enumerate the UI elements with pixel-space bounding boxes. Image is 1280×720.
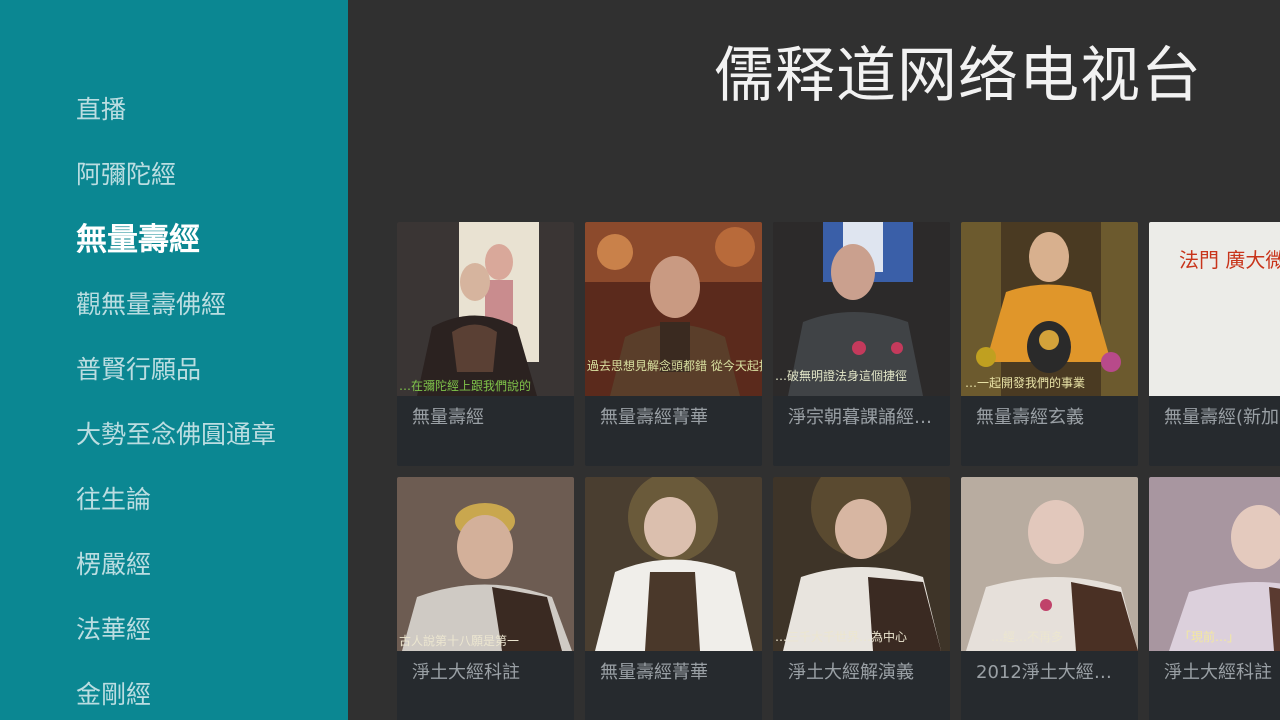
sidebar-item-lotus-sutra[interactable]: 法華經 xyxy=(76,610,151,650)
sidebar-item-samantabhadra-vows[interactable]: 普賢行願品 xyxy=(76,350,201,390)
main-content: 儒释道网络电视台 …在彌陀經上跟我們說的 無量壽經 過去思想見解念頭都錯 從今天… xyxy=(348,0,1280,720)
video-subtitle: 古人說第十八願是第一 xyxy=(399,633,519,648)
video-card[interactable]: …經…不再多 2012淨土大經科… xyxy=(961,477,1138,720)
video-title: 淨宗朝暮課誦經… xyxy=(788,407,932,428)
sidebar-item-amitabha-sutra[interactable]: 阿彌陀經 xyxy=(76,155,176,195)
video-title: 無量壽經玄義 xyxy=(976,407,1084,428)
video-thumbnail: 古人說第十八願是第一 xyxy=(397,477,574,651)
sidebar-item-diamond-sutra[interactable]: 金剛經 xyxy=(76,675,151,715)
video-subtitle: …破無明證法身這個捷徑 xyxy=(775,368,907,383)
video-thumbnail: …經…不再多 xyxy=(961,477,1138,651)
video-card[interactable]: …在彌陀經上跟我們說的 無量壽經 xyxy=(397,222,574,466)
video-card[interactable]: …一起開發我們的事業 無量壽經玄義 xyxy=(961,222,1138,466)
video-card[interactable]: 古人說第十八願是第一 淨土大經科註 xyxy=(397,477,574,720)
sidebar-item-infinite-life-sutra[interactable]: 無量壽經 xyxy=(76,220,200,260)
video-thumbnail: …一起開發我們的事業 xyxy=(961,222,1138,396)
video-thumbnail: …破無明證法身這個捷徑 xyxy=(773,222,950,396)
video-subtitle: …一起開發我們的事業 xyxy=(965,375,1085,390)
video-title: 淨土大經解演義 xyxy=(788,662,914,683)
video-thumbnail: …在彌陀經上跟我們說的 xyxy=(397,222,574,396)
sidebar-item-contemplation-sutra[interactable]: 觀無量壽佛經 xyxy=(76,285,226,325)
video-thumbnail: …三千大千世界…為中心 xyxy=(773,477,950,651)
video-subtitle: 「現前…」 xyxy=(1179,629,1239,644)
sidebar-item-surangama-sutra[interactable]: 楞嚴經 xyxy=(76,545,151,585)
video-card[interactable]: 「現前…」 淨土大經科註 xyxy=(1149,477,1280,720)
video-row: 古人說第十八願是第一 淨土大經科註 無量壽經菁華 …三千大千世界…為中心 淨土大… xyxy=(397,477,1280,720)
video-title: 淨土大經科註 xyxy=(1164,662,1272,683)
video-title: 無量壽經菁華 xyxy=(600,662,708,683)
video-thumbnail: 「現前…」 xyxy=(1149,477,1280,651)
video-card[interactable]: …破無明證法身這個捷徑 淨宗朝暮課誦經… xyxy=(773,222,950,466)
app-title: 儒释道网络电视台 xyxy=(714,41,1202,111)
video-title: 無量壽經菁華 xyxy=(600,407,708,428)
sidebar-item-rebirth-treatise[interactable]: 往生論 xyxy=(76,480,151,520)
video-subtitle: …在彌陀經上跟我們說的 xyxy=(399,378,531,393)
video-card[interactable]: 法門 廣大微妙 宣說如是 無量壽經(新加… xyxy=(1149,222,1280,466)
video-thumbnail: 過去思想見解念頭都錯 從今天起把它換過來 xyxy=(585,222,762,396)
video-card[interactable]: 過去思想見解念頭都錯 從今天起把它換過來 無量壽經菁華 xyxy=(585,222,762,466)
video-card[interactable]: …三千大千世界…為中心 淨土大經解演義 xyxy=(773,477,950,720)
sidebar-item-mahasthamaprapta-chapter[interactable]: 大勢至念佛圓通章 xyxy=(76,415,276,455)
video-subtitle: 過去思想見解念頭都錯 從今天起把它換過來 xyxy=(587,358,762,373)
video-subtitle: …經…不再多 xyxy=(991,630,1063,644)
video-row: …在彌陀經上跟我們說的 無量壽經 過去思想見解念頭都錯 從今天起把它換過來 無量… xyxy=(397,222,1280,466)
video-title: 淨土大經科註 xyxy=(412,662,520,683)
video-title: 無量壽經 xyxy=(412,407,484,428)
video-subtitle: …三千大千世界…為中心 xyxy=(775,629,907,644)
video-title: 無量壽經(新加… xyxy=(1164,407,1280,428)
video-thumbnail xyxy=(585,477,762,651)
sidebar: 直播 阿彌陀經 無量壽經 觀無量壽佛經 普賢行願品 大勢至念佛圓通章 往生論 楞… xyxy=(0,0,348,720)
video-title: 2012淨土大經科… xyxy=(976,662,1126,683)
video-subtitle: 法門 廣大微妙 宣說如是 xyxy=(1179,248,1280,272)
video-thumbnail: 法門 廣大微妙 宣說如是 xyxy=(1149,222,1280,396)
sidebar-item-live[interactable]: 直播 xyxy=(76,90,126,130)
video-card[interactable]: 無量壽經菁華 xyxy=(585,477,762,720)
